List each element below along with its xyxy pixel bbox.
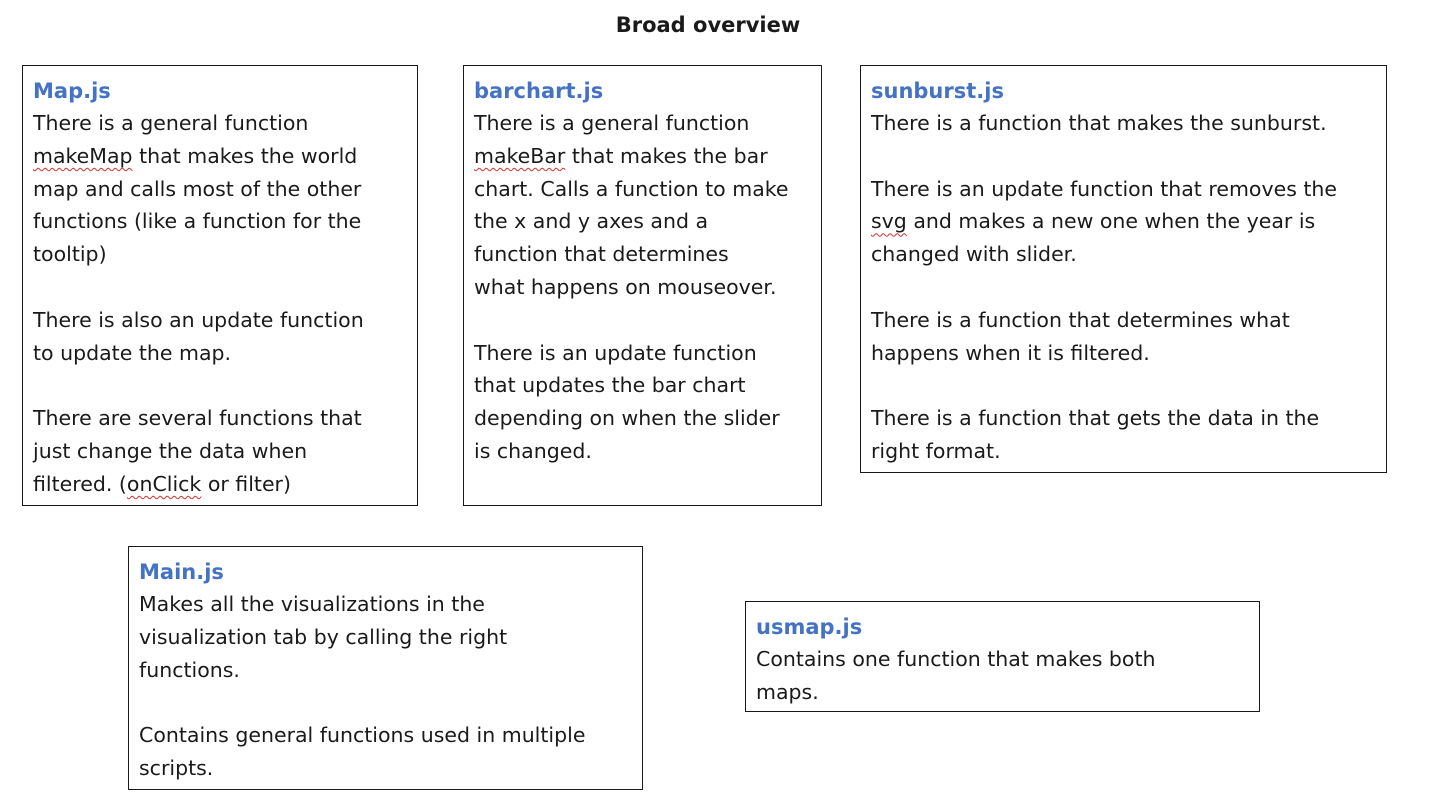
- box-body: There is a general function makeMap that…: [33, 107, 407, 501]
- paragraph-text: There is also an update function to upda…: [33, 307, 364, 365]
- paragraph-text: There is an update function that removes…: [871, 176, 1338, 201]
- misspelled-word: makeMap: [33, 143, 133, 168]
- sunburst-js-box: sunburst.js There is a function that mak…: [860, 65, 1387, 473]
- box-title: Main.js: [139, 560, 224, 584]
- paragraph-text: or filter): [201, 471, 291, 496]
- paragraph-text: and makes a new one when the year is cha…: [871, 209, 1316, 267]
- usmap-js-box: usmap.js Contains one function that make…: [745, 601, 1260, 712]
- box-paragraph: There are several functions that just ch…: [33, 402, 407, 500]
- paragraph-text: There is a function that gets the data i…: [871, 406, 1320, 463]
- paragraph-text: Makes all the visualizations in the visu…: [139, 592, 508, 682]
- box-paragraph: There is an update function that removes…: [871, 173, 1376, 271]
- paragraph-text: There is a function that makes the sunbu…: [871, 111, 1327, 135]
- paragraph-text: There is a general function: [33, 111, 309, 135]
- paragraph-text: Contains one function that makes both ma…: [756, 647, 1156, 704]
- box-paragraph: There is a function that makes the sunbu…: [871, 107, 1376, 140]
- box-paragraph: Makes all the visualizations in the visu…: [139, 588, 632, 686]
- box-paragraph: Contains general functions used in multi…: [139, 719, 632, 785]
- misspelled-word: svg: [871, 209, 907, 234]
- paragraph-text: There is a general function: [474, 111, 750, 135]
- box-paragraph: There is a function that gets the data i…: [871, 402, 1376, 468]
- map-js-box: Map.js There is a general function makeM…: [22, 65, 418, 506]
- paragraph-text: There is an update function that updates…: [474, 340, 780, 463]
- box-paragraph: There is a general function makeBar that…: [474, 107, 811, 304]
- misspelled-word: onClick: [126, 471, 202, 496]
- box-paragraph: Contains one function that makes both ma…: [756, 643, 1249, 709]
- box-paragraph: There is a general function makeMap that…: [33, 107, 407, 271]
- box-paragraph: There is an update function that updates…: [474, 337, 811, 468]
- paragraph-text: Contains general functions used in multi…: [139, 723, 586, 780]
- page-title: Broad overview: [615, 13, 801, 37]
- box-body: There is a general function makeBar that…: [474, 107, 811, 468]
- box-paragraph: There is also an update function to upda…: [33, 304, 407, 370]
- box-title: barchart.js: [474, 79, 604, 103]
- barchart-js-box: barchart.js There is a general function …: [463, 65, 822, 506]
- box-body: Makes all the visualizations in the visu…: [139, 588, 632, 785]
- box-title: Map.js: [33, 79, 111, 103]
- paragraph-text: There is a function that determines what…: [871, 307, 1290, 365]
- box-paragraph: There is a function that determines what…: [871, 304, 1376, 370]
- box-title: usmap.js: [756, 615, 863, 639]
- box-body: Contains one function that makes both ma…: [756, 643, 1249, 709]
- misspelled-word: makeBar: [474, 143, 566, 168]
- box-title: sunburst.js: [871, 79, 1004, 103]
- main-js-box: Main.js Makes all the visualizations in …: [128, 546, 643, 790]
- box-body: There is a function that makes the sunbu…: [871, 107, 1376, 468]
